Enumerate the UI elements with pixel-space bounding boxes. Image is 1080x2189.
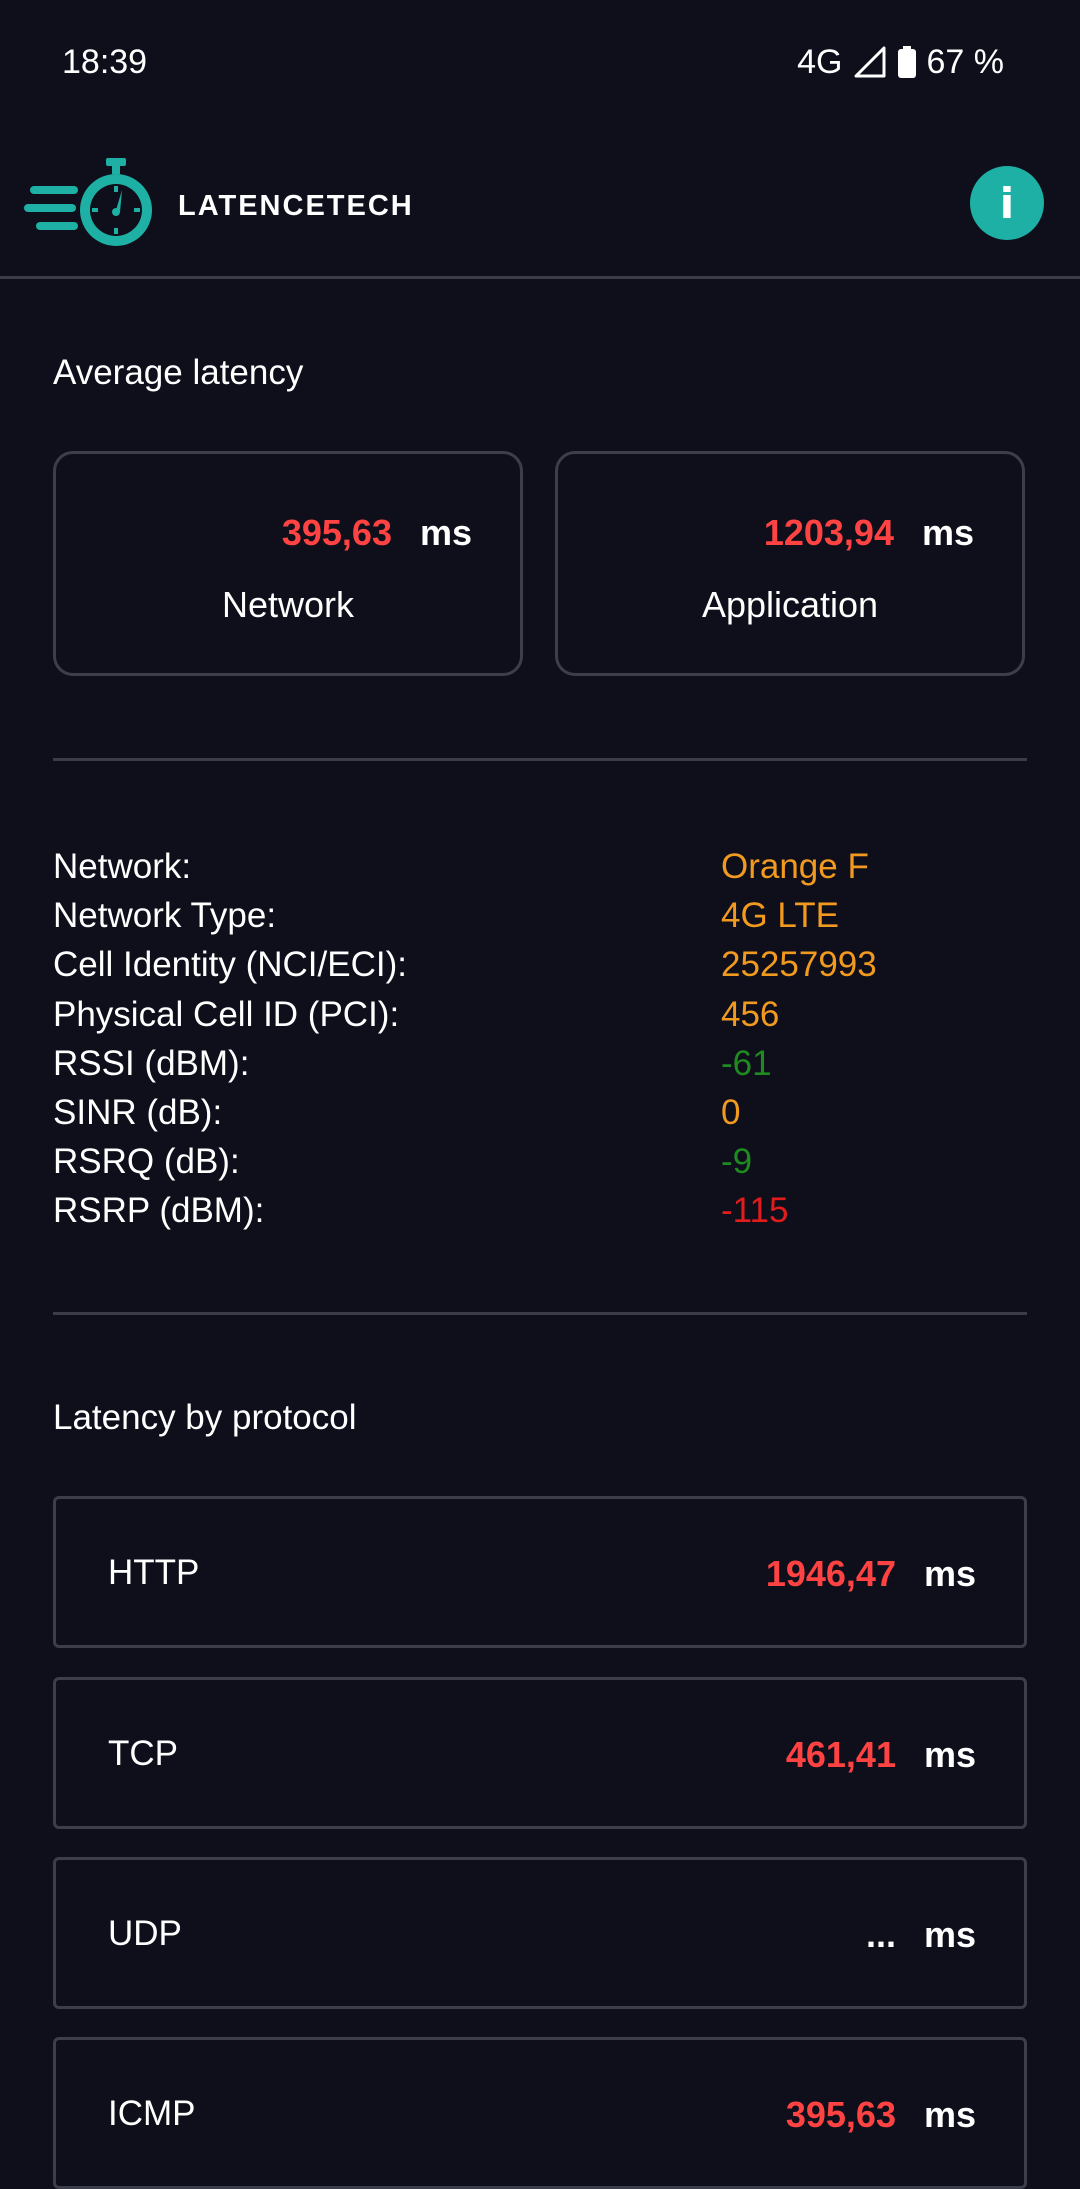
battery-percentage: 67 %	[926, 43, 1005, 81]
network-latency-card: 395,63 ms Network	[53, 451, 523, 676]
info-row-network-type: Network Type: 4G LTE	[53, 891, 1027, 940]
info-label: RSSI (dBM):	[53, 1043, 250, 1083]
info-row-sinr: SINR (dB): 0	[53, 1088, 1027, 1137]
network-latency-value: 395,63	[281, 512, 392, 553]
battery-icon	[897, 46, 916, 78]
protocol-latency-unit: ms	[923, 1553, 976, 1594]
protocol-latency-unit: ms	[923, 1734, 976, 1775]
latency-by-protocol-title: Latency by protocol	[53, 1398, 357, 1437]
info-label: RSRP (dBM):	[53, 1191, 265, 1231]
network-latency-unit: ms	[419, 512, 472, 553]
info-label: SINR (dB):	[53, 1092, 223, 1132]
network-type-indicator: 4G	[797, 43, 843, 81]
info-value: 0	[721, 1092, 741, 1132]
info-label: Physical Cell ID (PCI):	[53, 994, 400, 1034]
network-latency-label: Network	[221, 584, 355, 625]
info-value: -61	[721, 1043, 772, 1083]
network-info-list: Network: Orange F Network Type: 4G LTE C…	[53, 842, 1027, 1236]
protocol-latency-unit: ms	[923, 2094, 976, 2135]
info-label: Cell Identity (NCI/ECI):	[53, 945, 407, 985]
application-latency-value: 1203,94	[763, 512, 894, 553]
info-row-cell-identity: Cell Identity (NCI/ECI): 25257993	[53, 940, 1027, 989]
average-latency-title: Average latency	[53, 353, 304, 392]
status-time: 18:39	[62, 43, 148, 81]
info-row-rssi: RSSI (dBM): -61	[53, 1039, 1027, 1088]
info-label: Network Type:	[53, 896, 277, 936]
info-value: 456	[721, 994, 780, 1034]
application-latency-card: 1203,94 ms Application	[555, 451, 1025, 676]
protocol-name: UDP	[108, 1914, 182, 1953]
protocol-latency-value: 395,63	[785, 2094, 896, 2135]
info-row-rsrp: RSRP (dBM): -115	[53, 1186, 1027, 1235]
info-row-network: Network: Orange F	[53, 842, 1027, 891]
info-value: -115	[721, 1191, 789, 1231]
protocol-name: TCP	[108, 1734, 178, 1773]
info-value: -9	[721, 1142, 753, 1182]
info-value: 25257993	[721, 945, 877, 985]
info-label: RSRQ (dB):	[53, 1142, 240, 1182]
info-button[interactable]: i	[970, 166, 1044, 240]
application-latency-label: Application	[701, 584, 879, 625]
info-row-rsrq: RSRQ (dB): -9	[53, 1137, 1027, 1186]
protocol-latency-unit: ms	[923, 1914, 976, 1955]
stopwatch-logo-icon	[24, 158, 152, 246]
signal-icon	[854, 46, 885, 78]
status-bar: 18:39 4G 67 %	[0, 0, 1080, 120]
brand-name: LATENCETECH	[178, 190, 414, 222]
protocol-latency-value: ...	[865, 1914, 896, 1955]
protocol-card-http: HTTP 1946,47 ms	[53, 1496, 1027, 1648]
divider	[53, 758, 1027, 761]
status-indicators: 4G 67 %	[787, 42, 1004, 82]
protocol-latency-value: 461,41	[785, 1734, 896, 1775]
info-row-pci: Physical Cell ID (PCI): 456	[53, 990, 1027, 1039]
info-value: Orange F	[721, 847, 869, 886]
protocol-name: HTTP	[108, 1553, 200, 1592]
application-latency-unit: ms	[921, 512, 974, 553]
protocol-name: ICMP	[108, 2094, 196, 2133]
app-bar: LATENCETECH i	[0, 140, 1080, 279]
divider	[53, 1312, 1027, 1315]
info-value: 4G LTE	[721, 896, 840, 936]
protocol-card-icmp: ICMP 395,63 ms	[53, 2037, 1027, 2189]
info-label: Network:	[53, 847, 192, 886]
protocol-latency-value: 1946,47	[765, 1553, 896, 1594]
protocol-card-udp: UDP ... ms	[53, 1857, 1027, 2009]
protocol-card-tcp: TCP 461,41 ms	[53, 1677, 1027, 1829]
